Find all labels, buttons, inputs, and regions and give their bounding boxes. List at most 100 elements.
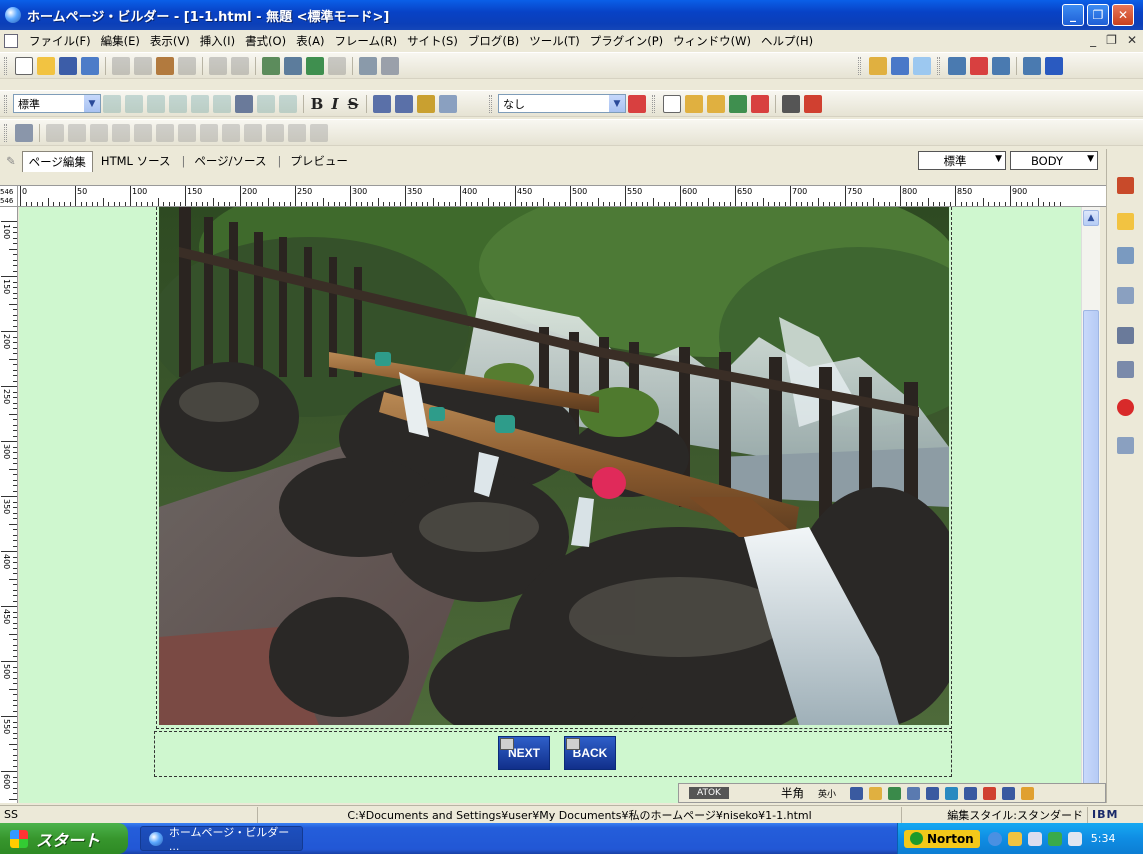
image-cell[interactable] — [156, 207, 952, 729]
chevron-down-icon[interactable]: ▼ — [995, 154, 1002, 164]
window-icon[interactable] — [1023, 56, 1041, 75]
tag-select[interactable]: BODY ▼ — [1010, 151, 1098, 170]
mdi-minimize-button[interactable]: _ — [1090, 33, 1096, 47]
ime-word-icon[interactable] — [944, 786, 958, 800]
ime-input-icon[interactable] — [982, 786, 996, 800]
new-page-icon[interactable] — [15, 56, 33, 75]
taskbar-item-homepage-builder[interactable]: ホームページ・ビルダー ... — [140, 826, 303, 853]
link-icon[interactable] — [306, 56, 324, 75]
ime-pad-icon[interactable] — [887, 786, 901, 800]
close-button[interactable]: ✕ — [1112, 4, 1134, 26]
toolbar-grip[interactable] — [4, 56, 7, 75]
ime-dictionary-icon[interactable] — [849, 786, 863, 800]
ime-tool-icon[interactable] — [868, 786, 882, 800]
form-icon[interactable] — [992, 56, 1010, 75]
list-icon[interactable] — [235, 94, 253, 113]
check-icon[interactable] — [178, 56, 196, 75]
toolbar-grip[interactable] — [937, 56, 940, 75]
minimize-button[interactable]: _ — [1062, 4, 1084, 26]
pen-icon[interactable] — [869, 56, 887, 75]
align-top-icon[interactable] — [169, 94, 187, 113]
outdent-icon[interactable] — [279, 94, 297, 113]
ime-config-icon[interactable] — [963, 786, 977, 800]
ime-search-icon[interactable] — [906, 786, 920, 800]
chevron-right-icon[interactable] — [913, 56, 931, 75]
vertical-scrollbar[interactable]: ▲ — [1081, 207, 1100, 803]
copy-icon[interactable] — [134, 56, 152, 75]
menu-plugin[interactable]: プラグイン(P) — [585, 33, 668, 49]
insert-page-icon[interactable] — [663, 94, 681, 113]
toolbar-grip[interactable] — [4, 94, 7, 113]
highlight-icon[interactable] — [439, 94, 457, 113]
ime-help-icon[interactable] — [1001, 786, 1015, 800]
italic-button[interactable]: I — [326, 95, 344, 113]
layout-icon[interactable] — [948, 56, 966, 75]
app-icon[interactable] — [5, 7, 21, 23]
norton-button[interactable]: Norton — [904, 829, 980, 848]
chevron-down-icon[interactable]: ▼ — [84, 95, 100, 112]
delete-row-icon[interactable] — [90, 123, 108, 142]
paragraph-style-select[interactable]: 標準 ▼ — [13, 94, 101, 113]
font-select[interactable]: なし ▼ — [498, 94, 626, 113]
toolbox-icon[interactable] — [1117, 177, 1134, 194]
bold-button[interactable]: B — [308, 95, 326, 113]
menu-window[interactable]: ウィンドウ(W) — [668, 33, 756, 49]
back-button[interactable]: BACK — [564, 736, 616, 770]
waterfall-photo[interactable] — [159, 207, 949, 725]
edit-alt-icon[interactable] — [284, 56, 302, 75]
mdi-close-button[interactable]: ✕ — [1127, 33, 1137, 47]
cut-icon[interactable] — [112, 56, 130, 75]
edit-mode-icon[interactable]: ✎ — [6, 154, 16, 168]
network-icon[interactable] — [1047, 831, 1062, 846]
toolbar-grip[interactable] — [652, 94, 655, 113]
eraser-icon[interactable] — [804, 94, 822, 113]
tab-preview[interactable]: プレビュー — [284, 151, 354, 171]
align-right-icon[interactable] — [147, 94, 165, 113]
ime-menu-icon[interactable] — [925, 786, 939, 800]
open-folder-icon[interactable] — [37, 56, 55, 75]
help-icon[interactable] — [1117, 399, 1134, 416]
ime-sub[interactable]: 英小 — [818, 787, 836, 800]
align-bottom-icon[interactable] — [213, 94, 231, 113]
menu-format[interactable]: 書式(O) — [240, 33, 291, 49]
maximize-button[interactable]: ❐ — [1087, 4, 1109, 26]
delete-column-icon[interactable] — [112, 123, 130, 142]
menu-view[interactable]: 表示(V) — [145, 33, 195, 49]
insert-row-icon[interactable] — [46, 123, 64, 142]
document-icon[interactable] — [4, 34, 18, 48]
save-icon[interactable] — [59, 56, 77, 75]
row-props-icon[interactable] — [200, 123, 218, 142]
menu-blog[interactable]: ブログ(B) — [463, 33, 524, 49]
scroll-up-button[interactable]: ▲ — [1083, 210, 1099, 226]
tools-icon[interactable] — [782, 94, 800, 113]
next-button[interactable]: NEXT — [498, 736, 550, 770]
align-center-icon[interactable] — [125, 94, 143, 113]
tray-arrow-icon[interactable] — [987, 831, 1002, 846]
table-props-icon[interactable] — [244, 123, 262, 142]
cell-align-icon[interactable] — [266, 123, 284, 142]
edit-panel-icon[interactable] — [1117, 437, 1134, 454]
mode-select[interactable]: 標準 ▼ — [918, 151, 1006, 170]
start-button[interactable]: スタート — [0, 823, 128, 854]
insert-image-icon[interactable] — [707, 94, 725, 113]
insert-link-icon[interactable] — [729, 94, 747, 113]
toolbar-grip[interactable] — [858, 56, 861, 75]
col-props-icon[interactable] — [222, 123, 240, 142]
toolbar-grip[interactable] — [489, 94, 492, 113]
tab-page-edit[interactable]: ページ編集 — [21, 150, 93, 172]
menu-tools[interactable]: ツール(T) — [524, 33, 585, 49]
indent-icon[interactable] — [257, 94, 275, 113]
insert-form-icon[interactable] — [751, 94, 769, 113]
edit-icon[interactable] — [262, 56, 280, 75]
align-middle-icon[interactable] — [191, 94, 209, 113]
insert-column-icon[interactable] — [68, 123, 86, 142]
panel-icon[interactable] — [1045, 56, 1063, 75]
chevron-down-icon[interactable]: ▼ — [609, 95, 625, 112]
atok-label[interactable]: ATOK — [689, 787, 729, 799]
menu-insert[interactable]: 挿入(I) — [195, 33, 240, 49]
toolbar-grip[interactable] — [4, 123, 7, 142]
chevron-down-icon[interactable]: ▼ — [1087, 154, 1094, 164]
align-left-icon[interactable] — [103, 94, 121, 113]
tab-page-source[interactable]: ページ/ソース — [188, 151, 272, 171]
image-icon[interactable] — [359, 56, 377, 75]
